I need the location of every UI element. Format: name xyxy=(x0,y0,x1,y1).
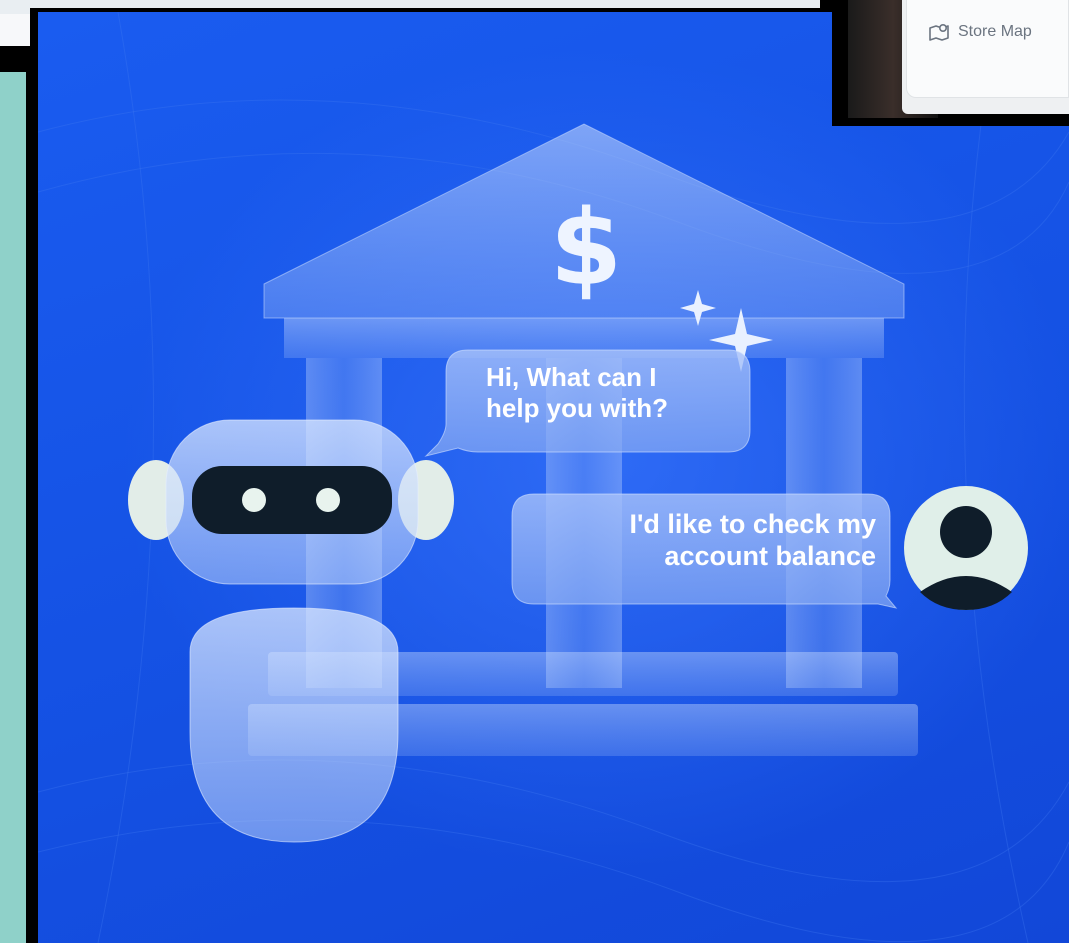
chatbot-illustration-card: $ Hi, What can I help you with? I'd like… xyxy=(30,8,1069,943)
user-message-line: I'd like to check my xyxy=(629,509,876,539)
bot-message-line: Hi, What can I xyxy=(486,362,657,392)
robot-eye-left xyxy=(242,488,266,512)
store-map-button[interactable]: Store Map xyxy=(928,22,1032,42)
bot-message-line: help you with? xyxy=(486,393,668,424)
dollar-sign-icon: $ xyxy=(550,187,622,309)
robot-body xyxy=(189,607,399,843)
user-message-line: account balance xyxy=(664,541,876,572)
store-map-label: Store Map xyxy=(958,23,1032,40)
bot-message-text: Hi, What can I help you with? xyxy=(486,362,736,424)
robot-visor xyxy=(192,466,392,534)
user-avatar-head xyxy=(940,506,992,558)
phone-card xyxy=(906,0,1069,98)
background-teal-panel xyxy=(0,72,26,943)
phone-screenshot-fragment: Store Map xyxy=(832,0,1069,126)
map-pin-icon xyxy=(928,22,952,42)
illustration-canvas: $ xyxy=(38,12,1069,943)
user-message-text: I'd like to check my account balance xyxy=(526,508,876,573)
robot-eye-right xyxy=(316,488,340,512)
